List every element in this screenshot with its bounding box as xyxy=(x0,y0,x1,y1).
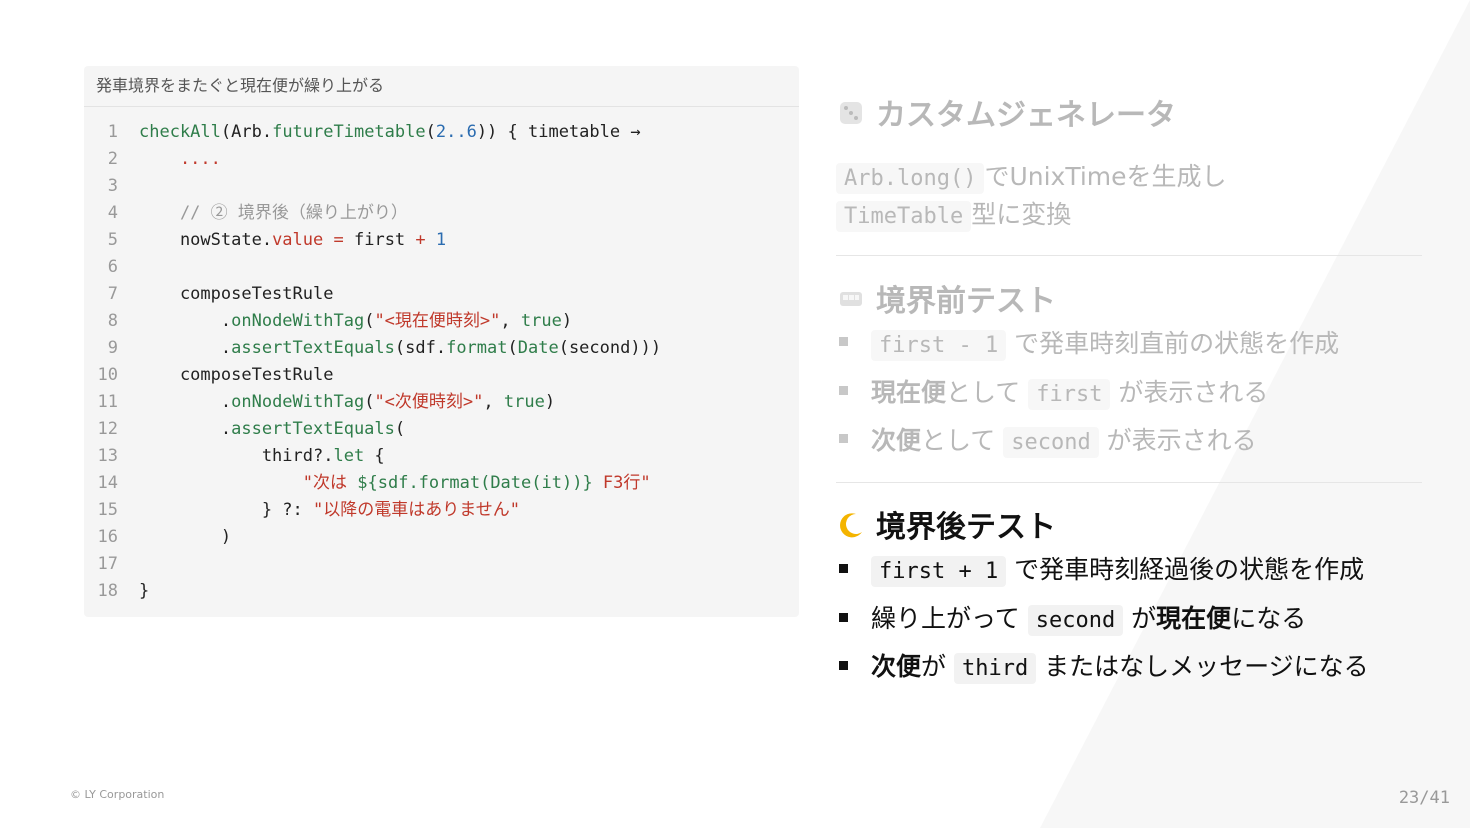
divider xyxy=(836,255,1422,256)
code-line: 8 .onNodeWithTag("<現在便時刻>", true) xyxy=(107,311,573,331)
dice-icon xyxy=(840,102,862,124)
bullet xyxy=(839,386,848,395)
code-line: 16 ) xyxy=(97,527,232,547)
code-line: 15 } ?: "以降の電車はありません" xyxy=(97,500,520,520)
bullet xyxy=(839,661,848,670)
custom-gen-line2: TimeTable 型に変換 xyxy=(836,195,1071,232)
bullet xyxy=(839,613,848,622)
bullet xyxy=(839,337,848,346)
bullet xyxy=(839,564,848,573)
copyright: © LY Corporation xyxy=(70,788,165,801)
section-title-custom-generator: カスタムジェネレータ xyxy=(836,90,1176,134)
moon-icon xyxy=(840,513,862,538)
code-body: 1 checkAll(Arb.futureTimetable(2..6)) { t… xyxy=(84,107,799,605)
code-line: 11 .onNodeWithTag("<次便時刻>", true) xyxy=(97,392,556,412)
section-title-after-boundary: 境界後テスト xyxy=(836,502,1056,546)
code-line: 2 .... xyxy=(107,149,221,169)
bullet xyxy=(839,434,848,443)
code-line: 5 nowState.value = first + 1 xyxy=(107,230,447,250)
code-line: 13 third?.let { xyxy=(97,446,385,466)
code-panel: 発車境界をまたぐと現在便が繰り上がる 1 checkAll(Arb.futureT… xyxy=(84,66,799,617)
code-line: 18} xyxy=(97,581,150,601)
code-line: 12 .assertTextEquals( xyxy=(97,419,406,439)
train-icon xyxy=(840,292,862,306)
divider xyxy=(836,482,1422,483)
code-line: 4 // ② 境界後（繰り上がり） xyxy=(107,203,408,223)
after-item-3: 次便が third またはなしメッセージになる xyxy=(871,647,1369,684)
code-line: 14 "次は ${sdf.format(Date(it))} F3行" xyxy=(97,473,651,493)
code-line: 10 composeTestRule xyxy=(97,365,334,385)
code-caption: 発車境界をまたぐと現在便が繰り上がる xyxy=(84,66,799,107)
code-line: 9 .assertTextEquals(sdf.format(Date(seco… xyxy=(107,338,662,358)
custom-gen-line1: Arb.long() でUnixTimeを生成し xyxy=(836,157,1227,194)
after-item-2: 繰り上がって second が現在便になる xyxy=(871,599,1306,636)
before-item-1: first - 1 で発車時刻直前の状態を作成 xyxy=(871,324,1339,361)
code-line: 6 xyxy=(107,257,118,277)
after-item-1: first + 1 で発車時刻経過後の状態を作成 xyxy=(871,550,1364,587)
page-number: 23/41 xyxy=(1398,788,1450,808)
code-line: 7 composeTestRule xyxy=(107,284,334,304)
section-title-before-boundary: 境界前テスト xyxy=(836,276,1056,320)
before-item-2: 現在便として first が表示される xyxy=(871,373,1268,410)
code-line: 3 xyxy=(107,176,118,196)
before-item-3: 次便として second が表示される xyxy=(871,421,1257,458)
code-line: 17 xyxy=(97,554,118,574)
code-line: 1 checkAll(Arb.futureTimetable(2..6)) { t… xyxy=(107,122,641,142)
